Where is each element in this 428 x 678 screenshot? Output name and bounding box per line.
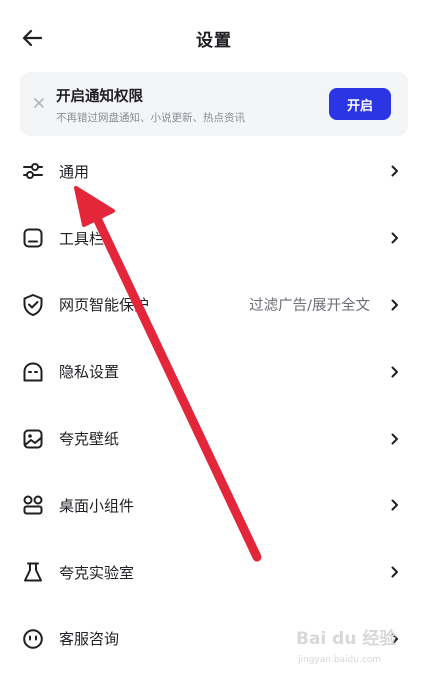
settings-item-web-protection[interactable]: 网页智能保护 过滤广告/展开全文 [0,272,428,339]
toolbar-icon [21,226,45,250]
settings-item-label: 网页智能保护 [59,296,150,315]
chevron-right-icon [389,431,401,447]
banner-title: 开启通知权限 [56,89,143,105]
watermark-text: Bai du 经验 [296,628,397,649]
wallpaper-icon [21,427,45,451]
chevron-right-icon [389,230,401,246]
settings-item-lab[interactable]: 夸克实验室 [0,539,428,606]
settings-list: 通用 工具栏 网页智能保护 过滤广告/展开全文 隐私设置 夸克壁纸 桌面小组件 … [0,138,428,672]
page-title: 设置 [196,31,232,51]
widget-icon [21,493,45,517]
settings-item-label: 夸克实验室 [59,563,135,582]
settings-item-label: 通用 [59,162,90,181]
settings-item-general[interactable]: 通用 [0,138,428,205]
settings-item-label: 夸克壁纸 [59,430,120,449]
banner-close-button[interactable] [28,92,50,114]
flask-icon [21,560,45,584]
support-face-icon [21,627,45,651]
baidu-watermark: Bai du 经验 jingyan.baidu.com [296,628,397,665]
chevron-right-icon [389,163,401,179]
settings-item-label: 工具栏 [59,229,105,248]
close-icon [34,98,44,108]
settings-item-label: 桌面小组件 [59,496,135,515]
sliders-icon [21,159,45,183]
notification-permission-banner: 开启通知权限 不再错过网盘通知、小说更新、热点资讯 开启 [20,72,408,136]
settings-item-wallpaper[interactable]: 夸克壁纸 [0,405,428,472]
settings-item-label: 隐私设置 [59,363,120,382]
chevron-right-icon [389,297,401,313]
settings-item-widgets[interactable]: 桌面小组件 [0,472,428,539]
settings-item-value: 过滤广告/展开全文 [249,298,370,315]
chevron-right-icon [389,364,401,380]
shield-check-icon [21,293,45,317]
settings-item-toolbar[interactable]: 工具栏 [0,205,428,272]
privacy-face-icon [21,360,45,384]
chevron-right-icon [389,564,401,580]
settings-item-privacy[interactable]: 隐私设置 [0,338,428,405]
settings-item-label: 客服咨询 [59,630,120,649]
chevron-right-icon [389,497,401,513]
enable-notifications-button[interactable]: 开启 [329,88,391,120]
watermark-subtext: jingyan.baidu.com [297,655,381,665]
top-bar: 设置 [0,0,428,76]
banner-subtitle: 不再错过网盘通知、小说更新、热点资讯 [56,112,245,124]
